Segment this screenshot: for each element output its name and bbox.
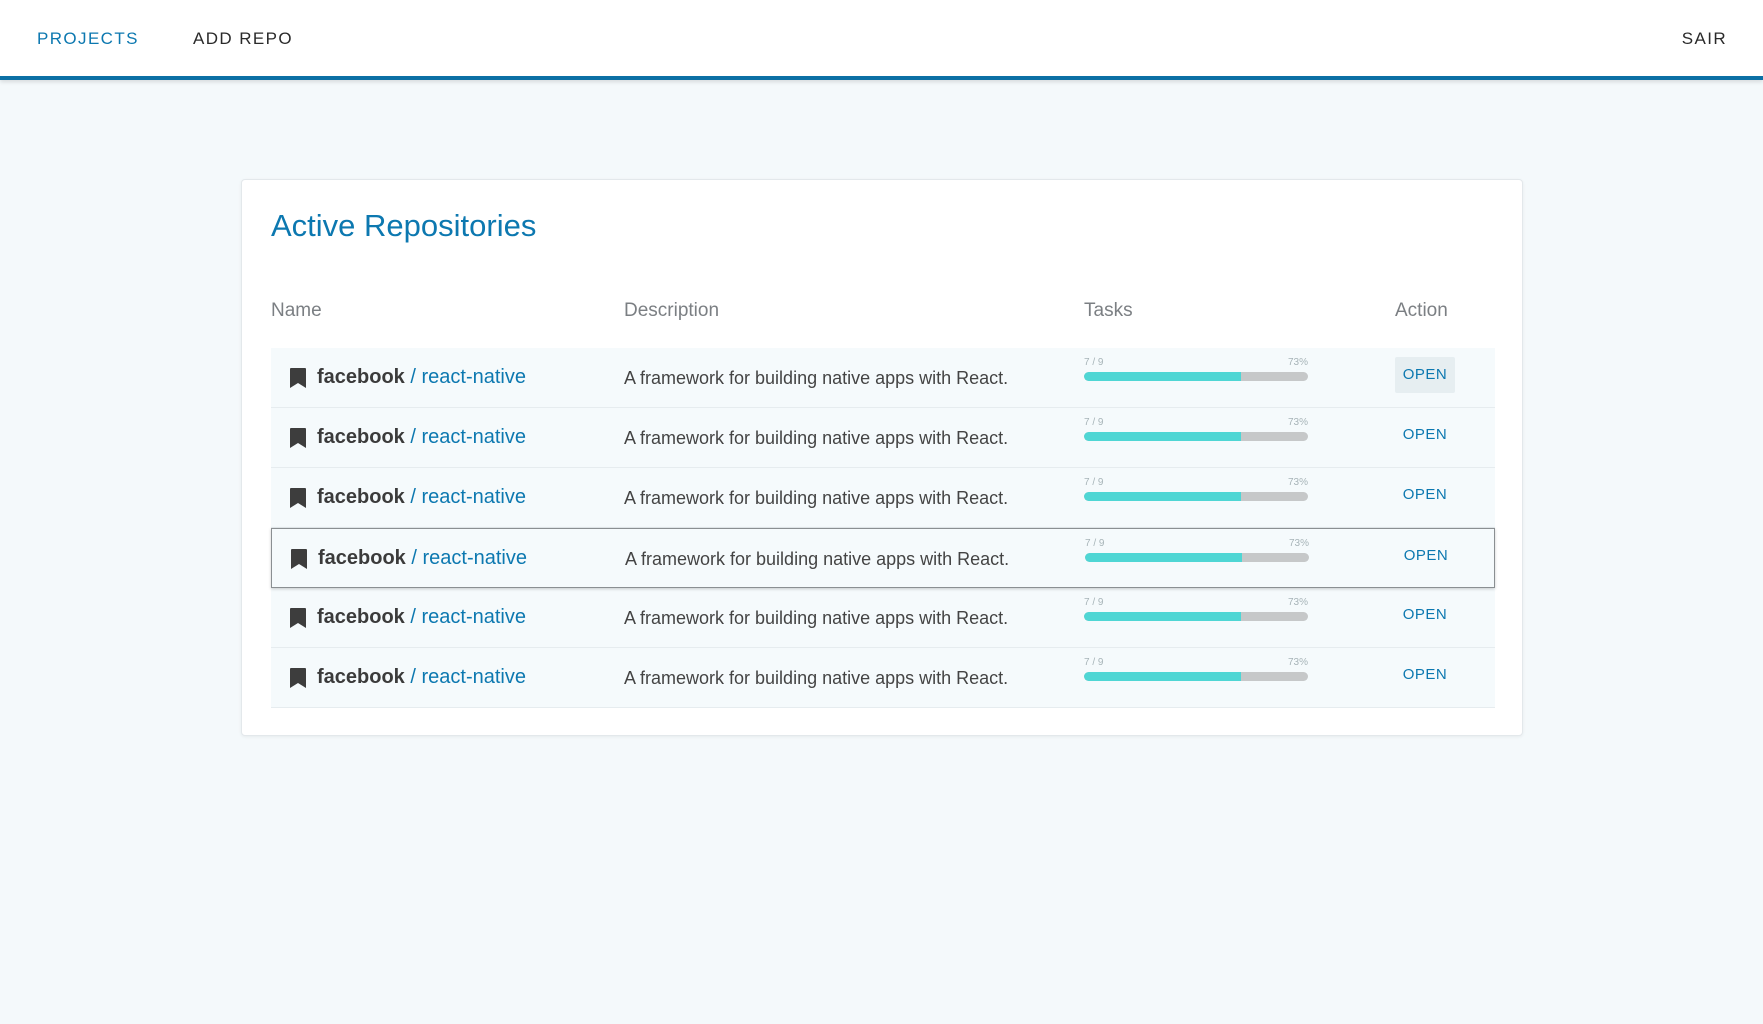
table-row[interactable]: facebook / react-native A framework for …: [271, 408, 1495, 468]
repo-description: A framework for building native apps wit…: [624, 428, 1009, 448]
bookmark-icon: [290, 428, 306, 448]
tasks-percent: 73%: [1287, 597, 1308, 608]
tasks-percent: 73%: [1287, 357, 1308, 368]
repo-project-link[interactable]: react-native: [422, 666, 527, 688]
repo-separator: /: [410, 486, 416, 508]
tasks-progress-bar: [1084, 672, 1308, 681]
table-row[interactable]: facebook / react-native A framework for …: [271, 528, 1495, 588]
table-row[interactable]: facebook / react-native A framework for …: [271, 348, 1495, 408]
bookmark-icon: [291, 549, 307, 569]
tasks-progress-bar: [1084, 372, 1308, 381]
table-row[interactable]: facebook / react-native A framework for …: [271, 648, 1495, 708]
repo-name[interactable]: facebook / react-native: [317, 486, 526, 509]
tasks-count: 7 / 9: [1084, 357, 1104, 368]
nav-logout-link[interactable]: SAIR: [1682, 29, 1727, 49]
tasks-count: 7 / 9: [1084, 477, 1104, 488]
column-header-name: Name: [271, 300, 322, 321]
repo-name[interactable]: facebook / react-native: [317, 606, 526, 629]
bookmark-icon: [290, 668, 306, 688]
repo-name[interactable]: facebook / react-native: [317, 666, 526, 689]
table-row[interactable]: facebook / react-native A framework for …: [271, 588, 1495, 648]
repo-owner: facebook: [317, 666, 405, 688]
tasks-labels: 7 / 9 73%: [1084, 417, 1308, 429]
repo-project-link[interactable]: react-native: [422, 426, 527, 448]
repo-project-link[interactable]: react-native: [422, 366, 527, 388]
repo-name[interactable]: facebook / react-native: [318, 547, 527, 570]
nav-projects-link[interactable]: PROJECTS: [37, 29, 139, 49]
repo-description: A framework for building native apps wit…: [625, 549, 1010, 569]
repo-project-link[interactable]: react-native: [422, 486, 527, 508]
tasks-percent: 73%: [1287, 657, 1308, 668]
tasks-percent: 73%: [1287, 417, 1308, 428]
open-button[interactable]: OPEN: [1396, 538, 1456, 574]
repo-project-link[interactable]: react-native: [422, 606, 527, 628]
tasks-percent: 73%: [1288, 538, 1309, 549]
repo-owner: facebook: [317, 486, 405, 508]
tasks-progress-bar: [1084, 432, 1308, 441]
open-button[interactable]: OPEN: [1395, 597, 1455, 633]
repo-name[interactable]: facebook / react-native: [317, 426, 526, 449]
repo-description: A framework for building native apps wit…: [624, 368, 1009, 388]
repo-owner: facebook: [318, 547, 406, 569]
nav-add-repo-link[interactable]: ADD REPO: [193, 29, 293, 49]
tasks-progress-fill: [1084, 672, 1241, 681]
repo-description: A framework for building native apps wit…: [624, 668, 1009, 688]
tasks-count: 7 / 9: [1084, 657, 1104, 668]
repo-name[interactable]: facebook / react-native: [317, 366, 526, 389]
column-header-action: Action: [1395, 300, 1448, 321]
repo-owner: facebook: [317, 366, 405, 388]
open-button[interactable]: OPEN: [1395, 657, 1455, 693]
tasks-progress-fill: [1084, 492, 1241, 501]
tasks-count: 7 / 9: [1085, 538, 1105, 549]
repo-owner: facebook: [317, 426, 405, 448]
column-header-tasks: Tasks: [1084, 300, 1133, 321]
tasks-labels: 7 / 9 73%: [1084, 597, 1308, 609]
repo-separator: /: [410, 426, 416, 448]
tasks-progress-bar: [1084, 612, 1308, 621]
tasks-progress-fill: [1084, 612, 1241, 621]
repo-owner: facebook: [317, 606, 405, 628]
table-row[interactable]: facebook / react-native A framework for …: [271, 468, 1495, 528]
tasks-labels: 7 / 9 73%: [1084, 357, 1308, 369]
open-button[interactable]: OPEN: [1395, 417, 1455, 453]
top-navbar: PROJECTS ADD REPO SAIR: [0, 0, 1763, 80]
tasks-labels: 7 / 9 73%: [1085, 538, 1309, 550]
tasks-progress-fill: [1085, 553, 1242, 562]
tasks-labels: 7 / 9 73%: [1084, 477, 1308, 489]
tasks-progress-fill: [1084, 432, 1241, 441]
tasks-count: 7 / 9: [1084, 597, 1104, 608]
tasks-progress-bar: [1085, 553, 1309, 562]
repo-description: A framework for building native apps wit…: [624, 608, 1009, 628]
card-title: Active Repositories: [271, 208, 537, 243]
open-button[interactable]: OPEN: [1395, 477, 1455, 513]
tasks-progress-bar: [1084, 492, 1308, 501]
repositories-card: Active Repositories Name Description Tas…: [241, 179, 1523, 736]
tasks-percent: 73%: [1287, 477, 1308, 488]
repo-separator: /: [410, 666, 416, 688]
tasks-progress-fill: [1084, 372, 1241, 381]
tasks-labels: 7 / 9 73%: [1084, 657, 1308, 669]
repositories-table: facebook / react-native A framework for …: [271, 348, 1495, 708]
repo-separator: /: [410, 606, 416, 628]
repo-separator: /: [410, 366, 416, 388]
repo-project-link[interactable]: react-native: [423, 547, 528, 569]
repo-description: A framework for building native apps wit…: [624, 488, 1009, 508]
open-button[interactable]: OPEN: [1395, 357, 1455, 393]
column-header-description: Description: [624, 300, 720, 321]
tasks-count: 7 / 9: [1084, 417, 1104, 428]
bookmark-icon: [290, 608, 306, 628]
bookmark-icon: [290, 488, 306, 508]
bookmark-icon: [290, 368, 306, 388]
repo-separator: /: [411, 547, 417, 569]
